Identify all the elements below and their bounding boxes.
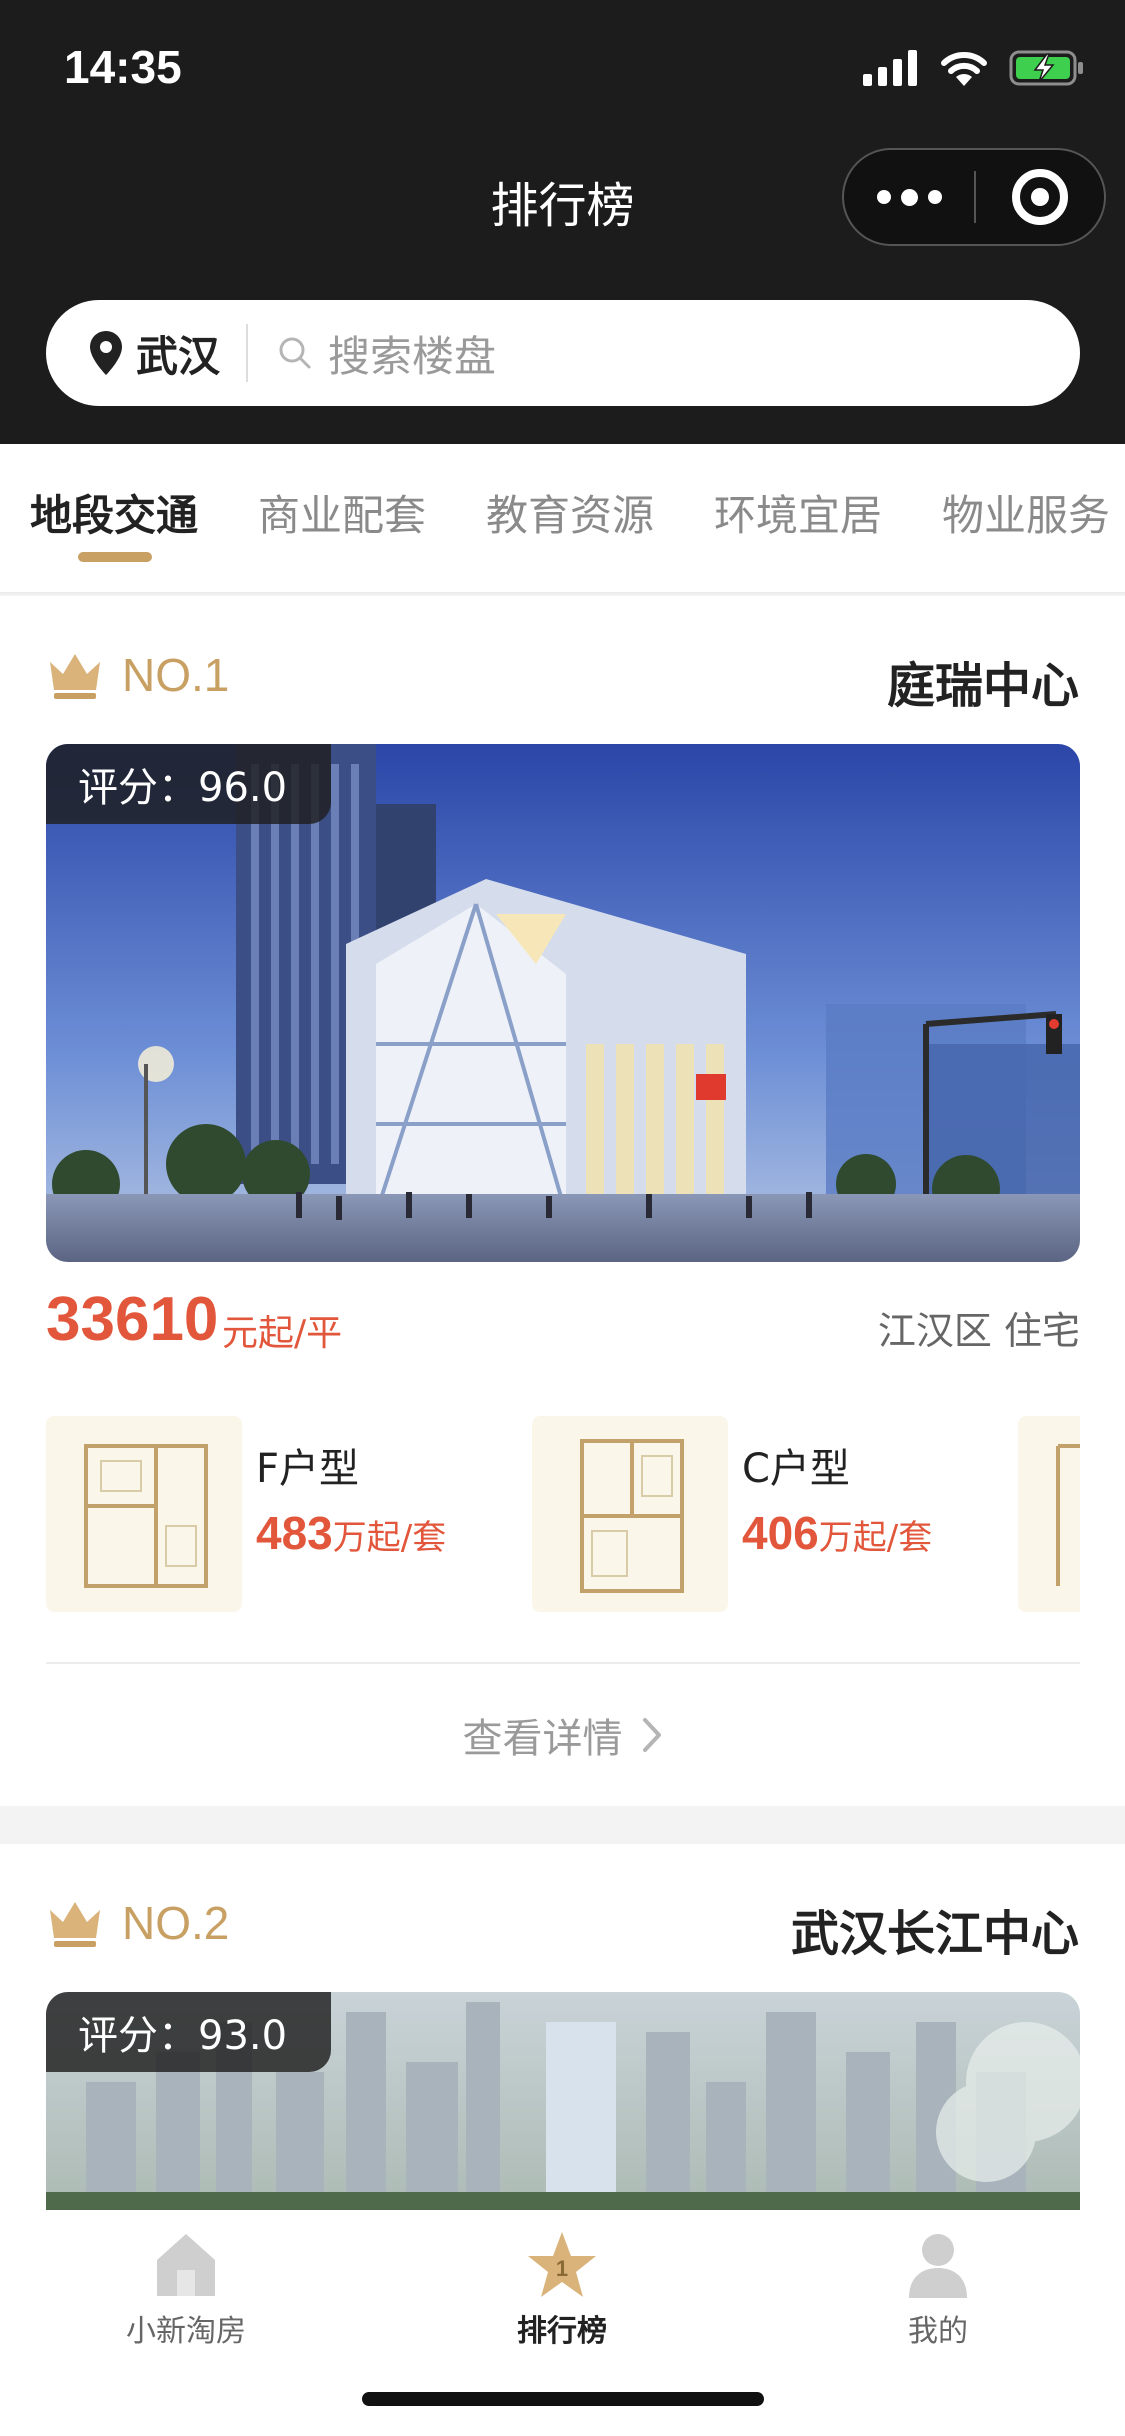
floorplan-list[interactable]: F户型 483万起/套 C户型 406万起/套 [46,1416,1080,1612]
search-bar[interactable]: 武汉 搜索楼盘 [46,300,1080,406]
more-dots-icon-center [900,188,918,206]
city-selector[interactable]: 武汉 [46,323,220,384]
floorplan-price: 483万起/套 [256,1506,446,1560]
search-icon [279,337,311,369]
signal-icon [863,50,917,86]
city-label: 武汉 [136,331,221,381]
more-dots-icon [876,190,891,204]
floorplan-price-value: 483 [256,1507,333,1559]
status-icons [863,48,1085,88]
floorplan-price-unit: 万起/套 [818,1518,933,1558]
card-divider [46,1662,1080,1664]
tabbar-item-mine[interactable]: 我的 [818,2220,1058,2350]
score-badge: 评分：93.0 [46,1992,332,2072]
view-details-link[interactable]: 查看详情 [0,1706,1125,1764]
floorplan-item[interactable]: C户型 406万起/套 [532,1416,1012,1612]
header: 14:35 排行榜 武汉 搜索楼盘 [0,0,1125,444]
tab-property-service[interactable]: 物业服务 [942,482,1110,543]
wifi-icon [941,52,987,86]
rank-badge: NO.2 [46,1896,229,1950]
rank-badge: NO.1 [46,648,229,702]
tabbar-label: 排行榜 [517,2314,607,2349]
tab-location-traffic[interactable]: 地段交通 [30,482,198,543]
price-value: 33610 [46,1285,219,1354]
mini-program-capsule [842,148,1106,246]
tabbar-item-home[interactable]: 小新淘房 [66,2220,306,2350]
score-badge: 评分：96.0 [46,744,332,824]
battery-charging-icon [1009,50,1083,86]
category-tabs: 地段交通 商业配套 教育资源 环境宜居 物业服务 [0,444,1125,594]
floorplan-name: C户型 [742,1446,850,1492]
more-dots-icon-end [927,190,942,204]
floorplan-item-partial[interactable] [1018,1416,1080,1612]
target-icon [1012,169,1068,225]
tabbar-label: 小新淘房 [126,2314,246,2349]
tab-commercial[interactable]: 商业配套 [258,482,426,543]
active-tab-indicator [78,552,152,562]
crown-icon [50,1902,100,1947]
chevron-right-icon [642,1718,661,1752]
status-time: 14:35 [64,41,182,93]
rank-number: NO.1 [122,649,230,701]
home-indicator[interactable] [362,2392,764,2406]
floorplan-image [532,1416,728,1612]
project-name[interactable]: 武汉长江中心 [791,1894,1079,1964]
price-unit: 元起/平 [222,1313,343,1354]
tabbar-item-ranking[interactable]: 1 排行榜 [442,2220,682,2350]
rank-number: NO.2 [122,1897,230,1949]
floorplan-image [1018,1416,1080,1612]
floorplan-price: 406万起/套 [742,1506,932,1560]
search-input[interactable]: 搜索楼盘 [328,323,496,384]
floorplan-image [46,1416,242,1612]
floorplan-price-unit: 万起/套 [332,1518,447,1558]
person-icon [898,2220,978,2300]
district-type: 江汉区 住宅 [877,1309,1080,1353]
floorplan-item[interactable]: F户型 483万起/套 [46,1416,526,1612]
price-row: 33610 元起/平 江汉区 住宅 [46,1284,1080,1364]
project-name[interactable]: 庭瑞中心 [887,646,1079,716]
tab-education[interactable]: 教育资源 [486,482,654,543]
svg-text:1: 1 [556,2256,568,2281]
crown-icon [50,654,100,699]
more-menu-button[interactable] [844,150,974,244]
project-photo[interactable]: 评分：96.0 [46,744,1080,1262]
search-divider [246,324,249,382]
listing-card[interactable]: NO.1 庭瑞中心 评分：96.0 33610 元起/平 江汉区 住宅 F户型 … [0,596,1125,1806]
location-pin-icon [90,331,122,375]
close-mini-program-button[interactable] [976,150,1104,244]
tab-environment[interactable]: 环境宜居 [714,482,882,543]
star-icon: 1 [522,2220,602,2300]
floorplan-name: F户型 [256,1446,360,1492]
tabbar-label: 我的 [908,2314,968,2349]
view-details-label: 查看详情 [462,1716,623,1762]
house-icon [146,2220,226,2300]
floorplan-price-value: 406 [742,1507,819,1559]
